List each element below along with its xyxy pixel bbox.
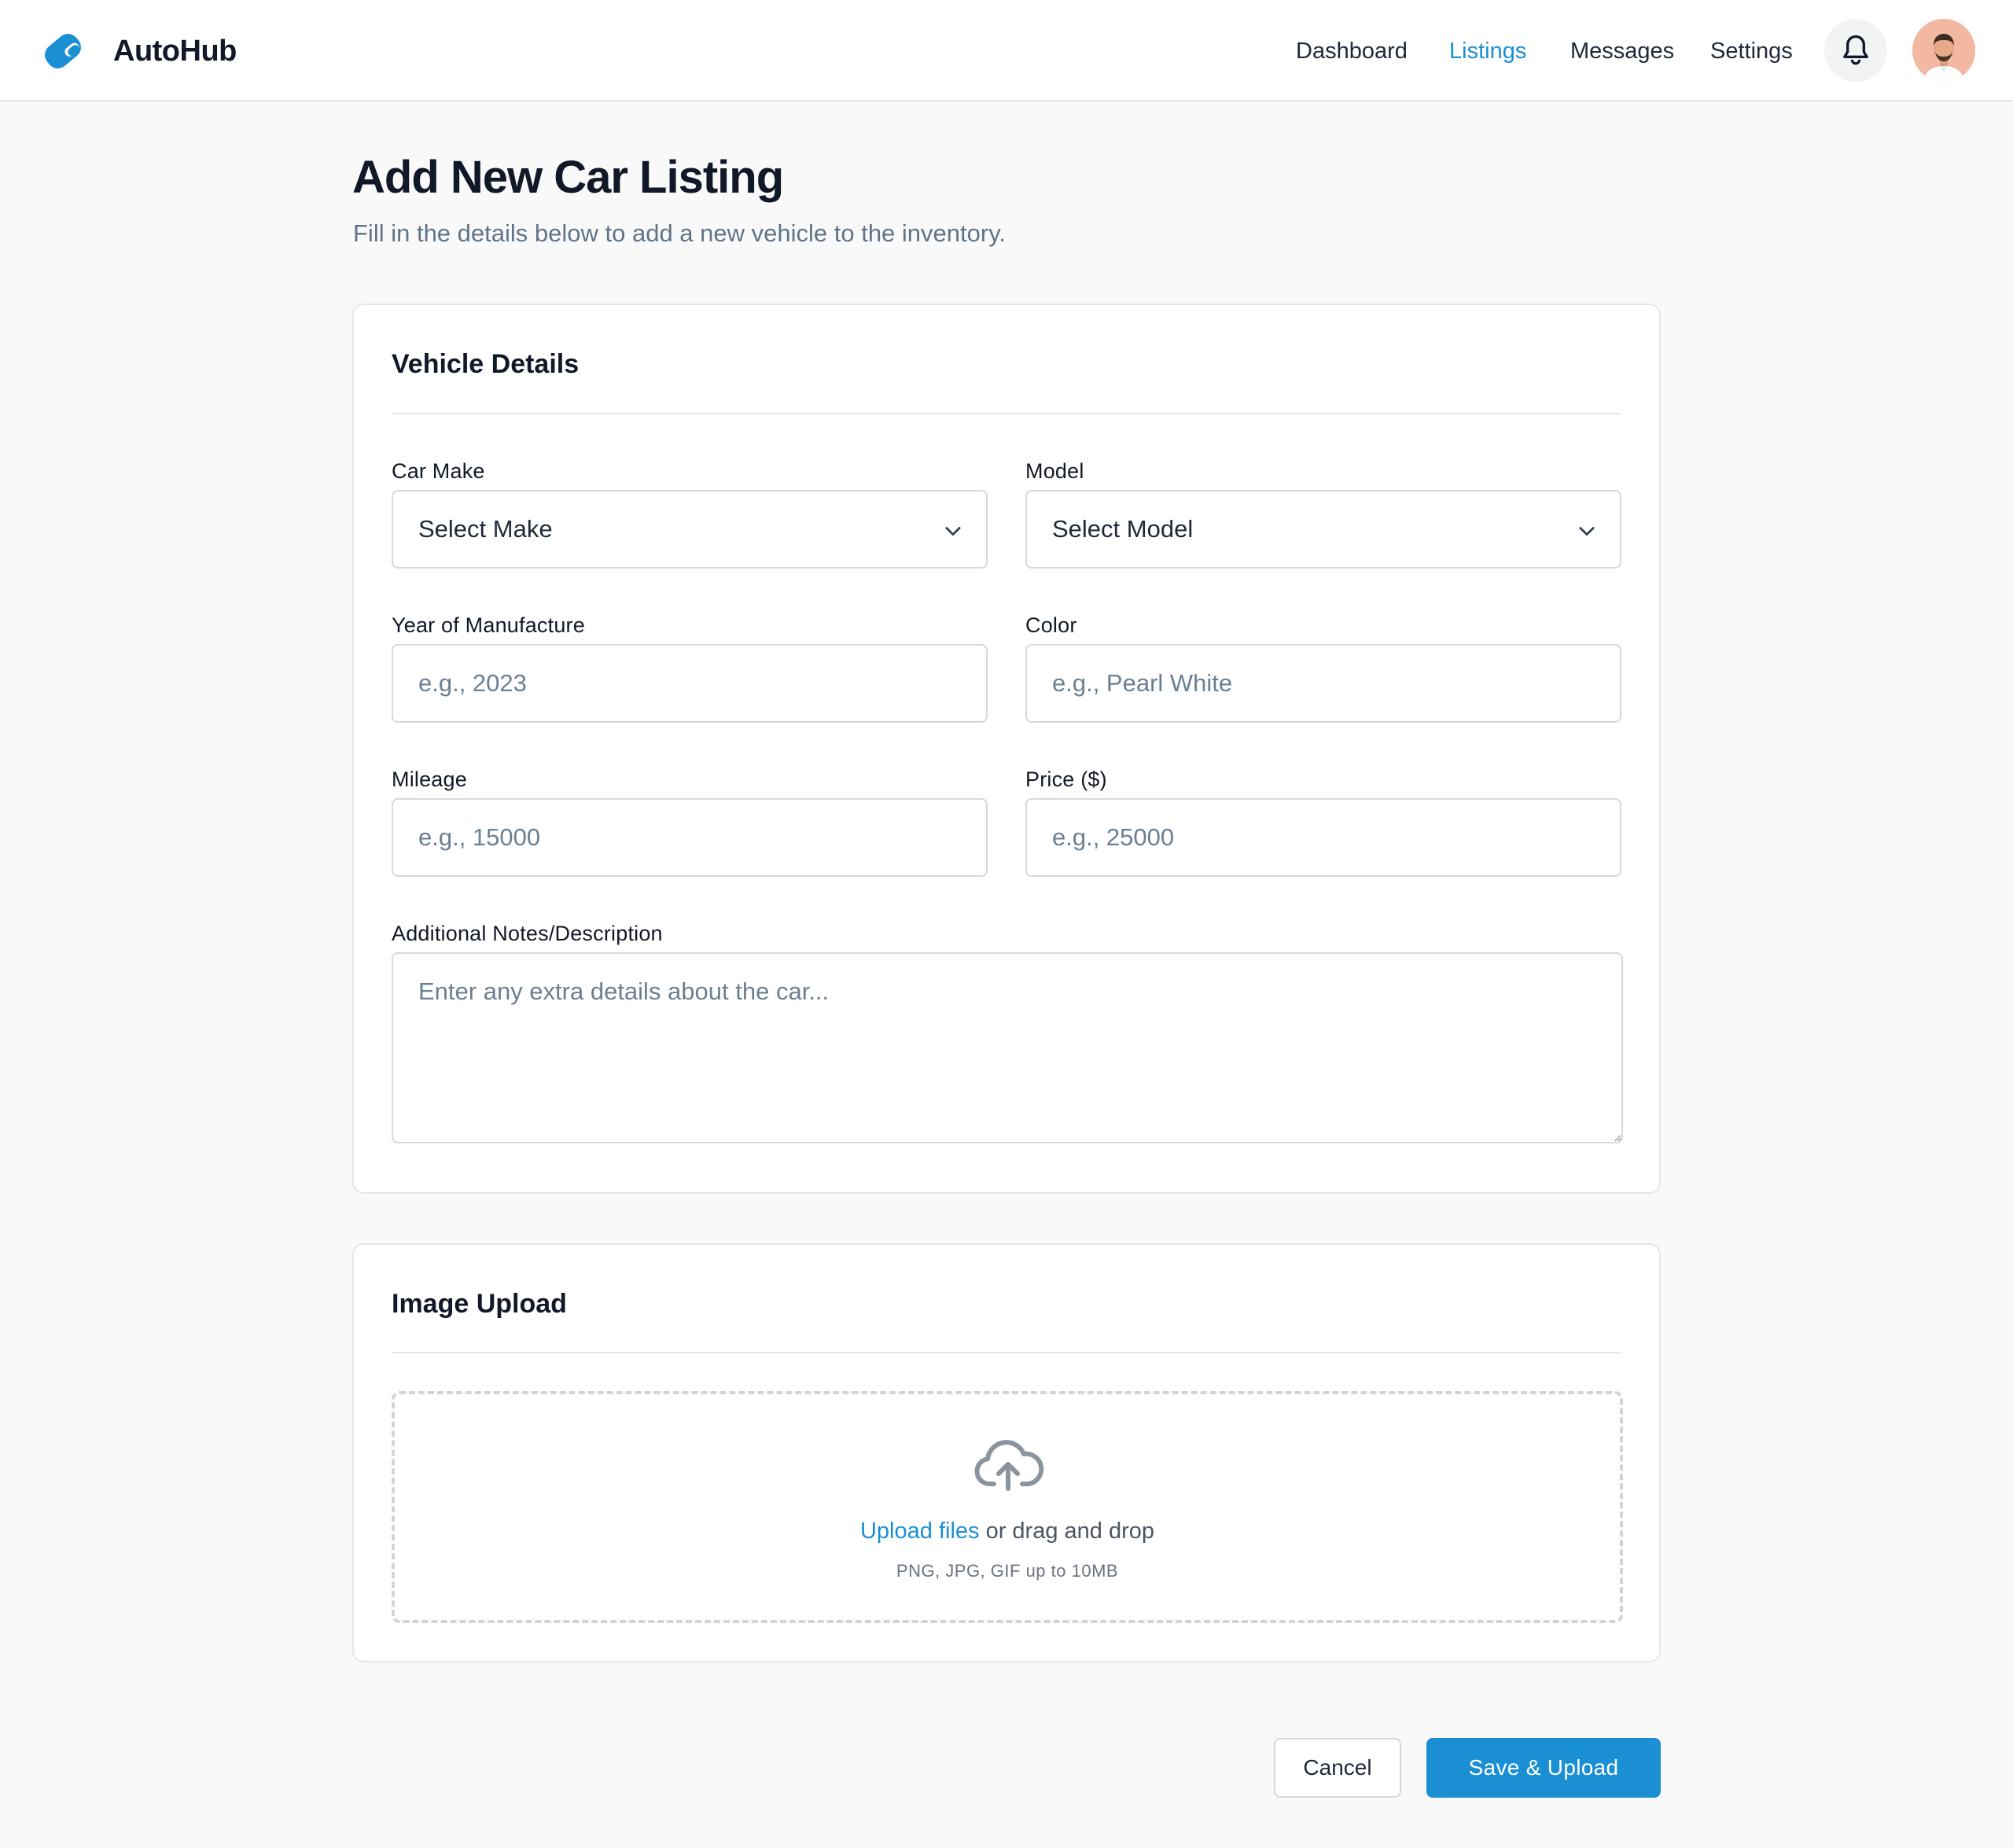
color-input[interactable] <box>1025 644 1621 723</box>
color-label: Color <box>1025 613 1077 637</box>
autohub-logo-icon <box>45 34 81 68</box>
dropzone-instructions: Upload files or drag and drop <box>395 1519 1620 1544</box>
price-label: Price ($) <box>1025 768 1107 791</box>
vehicle-details-card: Vehicle Details Car Make Select Make Mod… <box>352 304 1661 1194</box>
chevron-down-icon <box>1579 527 1595 536</box>
bell-icon <box>1843 35 1868 65</box>
image-upload-card: Image Upload Upload files or drag and dr… <box>352 1243 1661 1662</box>
save-upload-button[interactable]: Save & Upload <box>1426 1738 1661 1798</box>
vehicle-details-title: Vehicle Details <box>392 349 580 379</box>
image-upload-title: Image Upload <box>392 1289 567 1319</box>
price-input[interactable] <box>1025 798 1621 877</box>
model-select[interactable]: Select Model <box>1025 490 1621 569</box>
brand[interactable]: AutoHub <box>39 27 237 75</box>
cloud-upload-icon <box>974 1440 1044 1491</box>
top-navigation-bar: AutoHub Dashboard Listings Messages Sett… <box>0 0 2013 101</box>
model-label: Model <box>1025 459 1084 483</box>
cancel-button[interactable]: Cancel <box>1274 1738 1401 1798</box>
upload-files-link[interactable]: Upload files <box>860 1519 980 1544</box>
section-divider <box>392 1352 1621 1353</box>
mileage-input[interactable] <box>392 798 988 877</box>
year-input[interactable] <box>392 644 988 723</box>
notifications-button[interactable] <box>1824 19 1887 82</box>
nav-item-settings[interactable]: Settings <box>1710 39 1793 64</box>
notes-textarea[interactable] <box>392 952 1623 1143</box>
drag-drop-text: or drag and drop <box>979 1519 1154 1544</box>
file-type-hint: PNG, JPG, GIF up to 10MB <box>896 1561 1119 1581</box>
brand-name: AutoHub <box>113 34 237 68</box>
model-value: Select Model <box>1052 515 1194 543</box>
car-make-label: Car Make <box>392 459 485 483</box>
section-divider <box>392 413 1621 414</box>
page-subtitle: Fill in the details below to add a new v… <box>353 219 1006 247</box>
chevron-down-icon <box>945 527 961 536</box>
user-avatar-image <box>1912 19 1975 82</box>
nav-item-dashboard[interactable]: Dashboard <box>1296 39 1408 64</box>
page-title: Add New Car Listing <box>352 152 784 203</box>
car-make-value: Select Make <box>418 515 553 543</box>
user-avatar[interactable] <box>1912 19 1975 82</box>
file-dropzone[interactable]: Upload files or drag and drop PNG, JPG, … <box>392 1391 1623 1623</box>
nav-item-listings[interactable]: Listings <box>1449 39 1526 64</box>
year-label: Year of Manufacture <box>392 613 585 637</box>
notes-label: Additional Notes/Description <box>392 922 663 945</box>
car-make-select[interactable]: Select Make <box>392 490 988 569</box>
nav-item-messages[interactable]: Messages <box>1570 39 1674 64</box>
mileage-label: Mileage <box>392 768 467 791</box>
